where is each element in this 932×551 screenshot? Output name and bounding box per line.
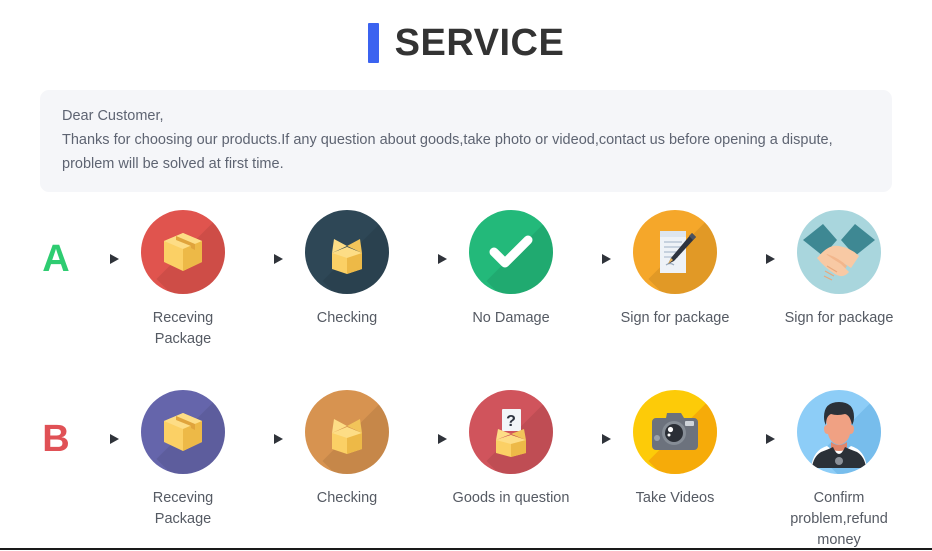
arrow-right-icon bbox=[242, 210, 288, 266]
arrow-right-icon bbox=[406, 390, 452, 446]
flow-step: Sign for package bbox=[616, 210, 734, 329]
flow-step: Confirm problem,refund money bbox=[780, 390, 898, 551]
page-title: SERVICE bbox=[0, 0, 932, 68]
flow-step: Sign for package bbox=[780, 210, 898, 329]
closed-box-icon bbox=[141, 210, 225, 294]
arrow-right-icon bbox=[570, 390, 616, 446]
step-label: No Damage bbox=[472, 310, 550, 326]
flow-row-b: B Receving Package Checking ? Goods in q… bbox=[0, 390, 932, 551]
flow-step: Receving Package bbox=[124, 390, 242, 530]
step-label: Confirm problem,refund money bbox=[790, 490, 888, 548]
title-accent-bar bbox=[367, 23, 379, 63]
flow-letter-a: A bbox=[42, 238, 70, 280]
person-avatar-icon bbox=[797, 390, 881, 474]
arrow-right-icon bbox=[734, 390, 780, 446]
open-box-icon bbox=[305, 390, 389, 474]
flow-letter-b: B bbox=[42, 418, 70, 460]
svg-text:?: ? bbox=[506, 413, 516, 430]
customer-notice-box: Dear Customer, Thanks for choosing our p… bbox=[40, 90, 892, 192]
step-label: Checking bbox=[316, 310, 378, 326]
page-title-text: SERVICE bbox=[394, 22, 565, 64]
arrow-right-icon bbox=[78, 390, 124, 446]
flow-step: Receving Package bbox=[124, 210, 242, 350]
notice-line-1: Dear Customer, bbox=[62, 108, 164, 124]
flow-step: Checking bbox=[288, 210, 406, 329]
arrow-right-icon bbox=[242, 390, 288, 446]
arrow-right-icon bbox=[570, 210, 616, 266]
arrow-right-icon bbox=[406, 210, 452, 266]
flow-step: Take Videos bbox=[616, 390, 734, 509]
open-box-icon bbox=[305, 210, 389, 294]
flow-row-a: A Receving Package Checking No Damage Si… bbox=[0, 210, 932, 350]
check-mark-icon bbox=[469, 210, 553, 294]
service-page: SERVICE Dear Customer, Thanks for choosi… bbox=[0, 0, 932, 548]
notice-line-3: problem will be solved at first time. bbox=[62, 156, 284, 172]
notice-line-2: Thanks for choosing our products.If any … bbox=[62, 132, 833, 148]
camera-icon bbox=[633, 390, 717, 474]
handshake-icon bbox=[797, 210, 881, 294]
step-label: Checking bbox=[316, 490, 378, 506]
step-label: Receving Package bbox=[152, 310, 214, 347]
step-label: Take Videos bbox=[635, 490, 715, 506]
arrow-right-icon bbox=[734, 210, 780, 266]
question-box-icon: ? bbox=[469, 390, 553, 474]
step-label: Sign for package bbox=[784, 310, 894, 326]
step-label: Sign for package bbox=[620, 310, 730, 326]
flow-step: ? Goods in question bbox=[452, 390, 570, 509]
arrow-right-icon bbox=[78, 210, 124, 266]
closed-box-icon bbox=[141, 390, 225, 474]
document-pen-icon bbox=[633, 210, 717, 294]
flow-step: No Damage bbox=[452, 210, 570, 329]
step-label: Receving Package bbox=[152, 490, 214, 527]
step-label: Goods in question bbox=[452, 490, 570, 506]
flow-step: Checking bbox=[288, 390, 406, 509]
